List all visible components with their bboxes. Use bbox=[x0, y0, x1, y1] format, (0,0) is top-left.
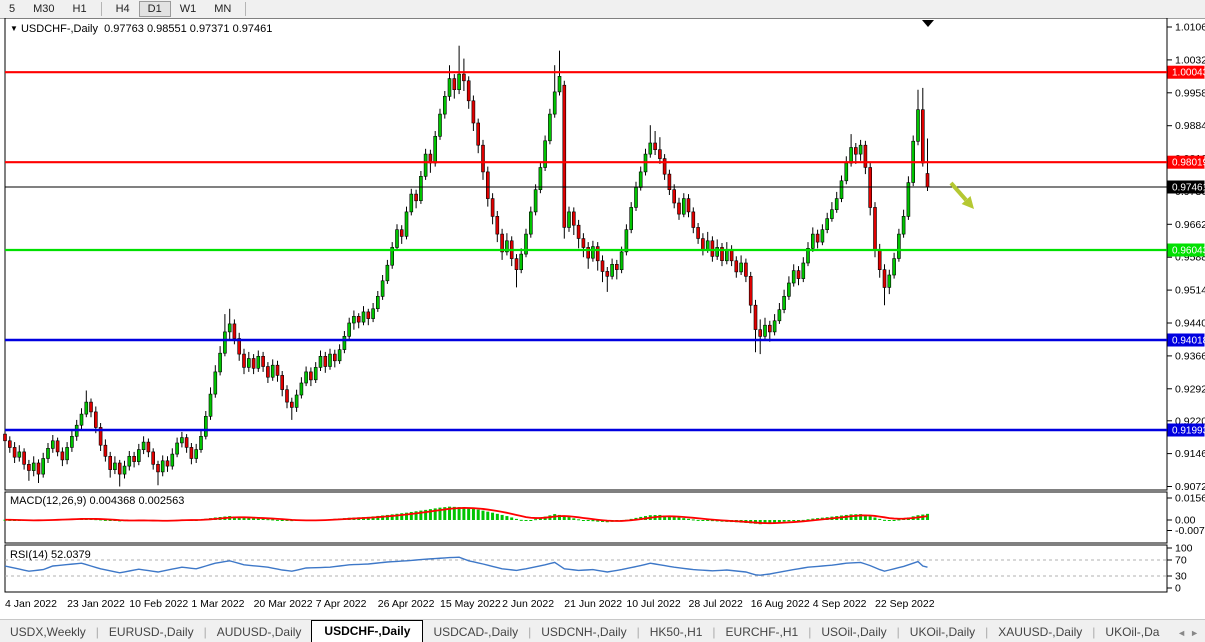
timeframe-button-H1[interactable]: H1 bbox=[64, 1, 96, 17]
symbol-dropdown-icon[interactable]: ▼ bbox=[10, 24, 18, 33]
tab-scroll-left-icon[interactable]: ◄ bbox=[1177, 628, 1186, 638]
svg-text:1.00320: 1.00320 bbox=[1175, 54, 1205, 66]
svg-text:0.92920: 0.92920 bbox=[1175, 383, 1205, 395]
svg-text:0.96620: 0.96620 bbox=[1175, 219, 1205, 231]
symbol-tab-hk50-h1[interactable]: HK50-,H1 bbox=[640, 622, 713, 642]
svg-text:0.91460: 0.91460 bbox=[1175, 448, 1205, 460]
tab-scroll-right-icon[interactable]: ► bbox=[1190, 628, 1199, 638]
svg-text:0.95140: 0.95140 bbox=[1175, 285, 1205, 297]
timeframe-toolbar: 5M30H1 H4D1W1MN bbox=[0, 0, 1205, 19]
ohlc-high: 0.98551 bbox=[147, 23, 187, 35]
symbol-tab-usdx-weekly[interactable]: USDX,Weekly bbox=[0, 622, 96, 642]
toolbar-separator bbox=[101, 2, 102, 16]
main-pane[interactable] bbox=[5, 18, 1167, 490]
ohlc-low: 0.97371 bbox=[190, 23, 230, 35]
symbol-tab-eurchf-h1[interactable]: EURCHF-,H1 bbox=[716, 622, 809, 642]
macd-signal-value: 0.002563 bbox=[138, 495, 184, 507]
timeframe-button-W1[interactable]: W1 bbox=[171, 1, 206, 17]
ohlc-open: 0.97763 bbox=[104, 23, 144, 35]
rsi-pane[interactable] bbox=[5, 545, 1167, 592]
svg-text:2 Jun 2022: 2 Jun 2022 bbox=[502, 598, 554, 610]
toolbar-separator bbox=[245, 2, 246, 16]
chart-symbol-label: USDCHF-,Daily bbox=[21, 23, 98, 35]
svg-text:1.01060: 1.01060 bbox=[1175, 22, 1205, 34]
svg-text:0.97461: 0.97461 bbox=[1172, 183, 1205, 194]
symbol-tab-eurusd-daily[interactable]: EURUSD-,Daily bbox=[99, 622, 204, 642]
svg-text:70: 70 bbox=[1175, 555, 1187, 567]
timeframe-button-MN[interactable]: MN bbox=[205, 1, 240, 17]
symbol-tab-bar: USDX,Weekly|EURUSD-,Daily|AUDUSD-,DailyU… bbox=[0, 619, 1205, 642]
terminal-window: { "toolbar": {"timeframes": ["5","M30","… bbox=[0, 0, 1205, 642]
ohlc-close: 0.97461 bbox=[233, 23, 273, 35]
svg-text:7 Apr 2022: 7 Apr 2022 bbox=[316, 598, 367, 610]
chart-header: ▼ USDCHF-,Daily 0.97763 0.98551 0.97371 … bbox=[10, 23, 272, 35]
svg-text:0.99580: 0.99580 bbox=[1175, 87, 1205, 99]
svg-text:0.015654: 0.015654 bbox=[1175, 493, 1205, 505]
timeframe-button-H4[interactable]: H4 bbox=[107, 1, 139, 17]
svg-text:0.98019: 0.98019 bbox=[1172, 158, 1205, 169]
svg-text:0.94018: 0.94018 bbox=[1172, 336, 1205, 347]
macd-main-value: 0.004368 bbox=[89, 495, 135, 507]
symbol-tab-usdcad-daily[interactable]: USDCAD-,Daily bbox=[423, 622, 528, 642]
svg-text:23 Jan 2022: 23 Jan 2022 bbox=[67, 598, 125, 610]
svg-text:4 Jan 2022: 4 Jan 2022 bbox=[5, 598, 57, 610]
rsi-header: RSI(14) 52.0379 bbox=[10, 549, 91, 561]
svg-text:4 Sep 2022: 4 Sep 2022 bbox=[813, 598, 867, 610]
macd-header: MACD(12,26,9) 0.004368 0.002563 bbox=[10, 495, 184, 507]
svg-text:28 Jul 2022: 28 Jul 2022 bbox=[689, 598, 743, 610]
svg-text:100: 100 bbox=[1175, 543, 1193, 555]
svg-text:0.96043: 0.96043 bbox=[1172, 246, 1205, 257]
price-axis: 1.010601.003200.995800.988400.981000.973… bbox=[1167, 22, 1205, 494]
svg-text:0.90720: 0.90720 bbox=[1175, 481, 1205, 493]
svg-text:22 Sep 2022: 22 Sep 2022 bbox=[875, 598, 935, 610]
timeframe-button-5[interactable]: 5 bbox=[0, 1, 24, 17]
price-chart[interactable]: 1.010601.003200.995800.988400.981000.973… bbox=[0, 18, 1205, 618]
symbol-tab-ukoil-da[interactable]: UKOil-,Da bbox=[1095, 622, 1169, 642]
timeframe-button-M30[interactable]: M30 bbox=[24, 1, 63, 17]
symbol-tab-xauusd-daily[interactable]: XAUUSD-,Daily bbox=[988, 622, 1092, 642]
svg-text:1.00043: 1.00043 bbox=[1172, 68, 1205, 79]
svg-text:0.94400: 0.94400 bbox=[1175, 318, 1205, 330]
svg-text:0.91993: 0.91993 bbox=[1172, 426, 1205, 437]
svg-text:16 Aug 2022: 16 Aug 2022 bbox=[751, 598, 810, 610]
symbol-tab-usdchf-daily[interactable]: USDCHF-,Daily bbox=[311, 620, 423, 642]
macd-title: MACD(12,26,9) bbox=[10, 495, 86, 507]
timeframe-button-D1[interactable]: D1 bbox=[139, 1, 171, 17]
rsi-title: RSI(14) bbox=[10, 549, 48, 561]
rsi-value: 52.0379 bbox=[51, 549, 91, 561]
symbol-tab-usoil-daily[interactable]: USOil-,Daily bbox=[811, 622, 896, 642]
indicator-axes: 0.0156540.00-0.0072510070300 bbox=[1167, 493, 1205, 595]
date-axis: 4 Jan 2022 23 Jan 2022 10 Feb 20221 Mar 20… bbox=[5, 598, 935, 610]
svg-text:21 Jun 2022: 21 Jun 2022 bbox=[564, 598, 622, 610]
svg-text:20 Mar 2022: 20 Mar 2022 bbox=[254, 598, 313, 610]
svg-text:15 May 2022: 15 May 2022 bbox=[440, 598, 501, 610]
svg-text:26 Apr 2022: 26 Apr 2022 bbox=[378, 598, 435, 610]
svg-text:0.93660: 0.93660 bbox=[1175, 350, 1205, 362]
svg-text:10 Feb 2022: 10 Feb 2022 bbox=[129, 598, 188, 610]
symbol-tab-ukoil-daily[interactable]: UKOil-,Daily bbox=[900, 622, 985, 642]
svg-text:10 Jul 2022: 10 Jul 2022 bbox=[626, 598, 680, 610]
svg-text:0.98840: 0.98840 bbox=[1175, 120, 1205, 132]
svg-text:0: 0 bbox=[1175, 583, 1181, 595]
symbol-tab-audusd-daily[interactable]: AUDUSD-,Daily bbox=[207, 622, 312, 642]
svg-text:30: 30 bbox=[1175, 571, 1187, 583]
symbol-tab-usdcnh-daily[interactable]: USDCNH-,Daily bbox=[531, 622, 636, 642]
svg-text:-0.00725: -0.00725 bbox=[1175, 525, 1205, 537]
svg-text:1 Mar 2022: 1 Mar 2022 bbox=[191, 598, 244, 610]
